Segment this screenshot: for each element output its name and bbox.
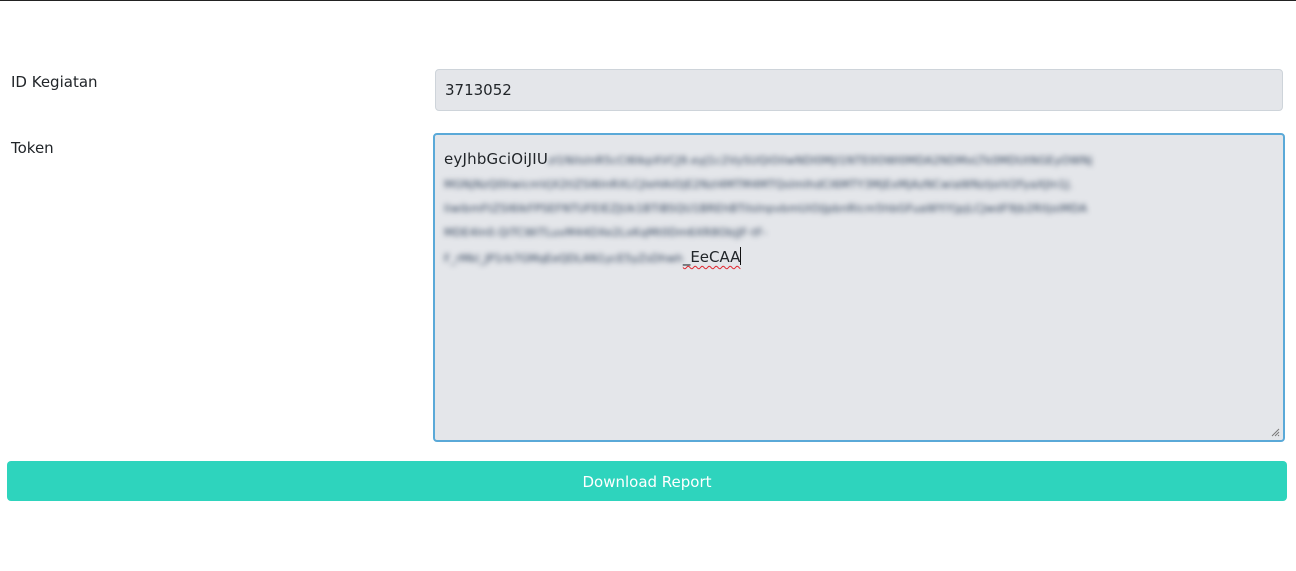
resize-grip-icon[interactable] <box>1270 427 1280 437</box>
token-blurred-line: MDE4In0.QiTCWiTLuvM44DXe2LxKqMt0Dm6XR8Ob… <box>444 226 767 239</box>
token-visible-end: _EeCAA <box>682 248 741 266</box>
token-blurred-line: IiwibmFtZSI6IkFPSEFNTUFEIEZJUk1BTiBSQU1B… <box>444 202 1088 215</box>
token-label: Token <box>11 139 54 157</box>
download-report-button[interactable]: Download Report <box>7 461 1287 501</box>
token-visible-start: eyJhbGciOiJIU <box>444 150 548 168</box>
token-blurred-tail: F_rMkl_JP1rb7GMqEeQDLAN1ycE5yZsDhwh <box>444 252 683 265</box>
token-blurred-segment: zI1NiIsInR5cCI6IkpXVCJ9.eyJ1c2VySUQiOiIw… <box>548 154 1093 167</box>
token-blurred-line: MGNjNzQ0IiwicmVjX2tlZSI6InRXLCJleHAiOjE2… <box>444 178 1074 191</box>
token-textarea[interactable]: eyJhbGciOiJIUzI1NiIsInR5cCI6IkpXVCJ9.eyJ… <box>433 133 1285 442</box>
id-kegiatan-label: ID Kegiatan <box>11 73 98 91</box>
text-caret <box>740 247 742 265</box>
top-divider <box>0 0 1296 1</box>
id-kegiatan-input[interactable]: 3713052 <box>435 69 1283 111</box>
